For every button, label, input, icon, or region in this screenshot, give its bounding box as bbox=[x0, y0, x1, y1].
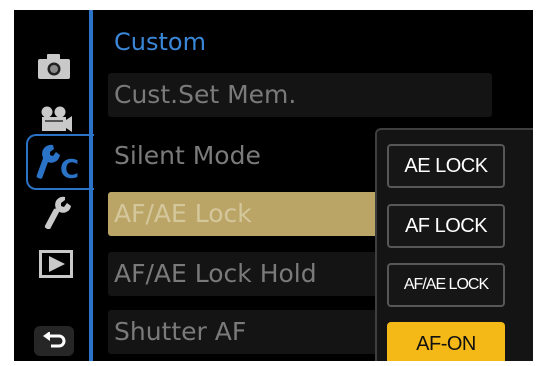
custom-tab-letter: C bbox=[60, 155, 79, 182]
custom-wrench-c-icon: C bbox=[36, 144, 79, 182]
video-camera-icon[interactable] bbox=[36, 102, 76, 138]
menu-sidebar: C bbox=[14, 10, 94, 361]
option-af-on-button[interactable]: AF-ON bbox=[387, 322, 505, 361]
option-af-lock-button[interactable]: AF LOCK bbox=[387, 204, 505, 248]
option-ae-lock-button[interactable]: AE LOCK bbox=[387, 144, 505, 188]
option-af-ae-lock-button[interactable]: AF/AE LOCK bbox=[387, 263, 505, 307]
menu-item-cust-set-mem[interactable]: Cust.Set Mem. bbox=[108, 73, 492, 117]
af-ae-lock-options-popup: AE LOCK AF LOCK AF/AE LOCK AF-ON bbox=[375, 128, 533, 361]
custom-menu-tab[interactable]: C bbox=[26, 134, 94, 190]
camera-menu-screen: C Custom Cust.Set Mem. Silent Mode AF/AE… bbox=[14, 10, 533, 361]
menu-title: Custom bbox=[114, 28, 206, 56]
return-icon bbox=[43, 332, 66, 348]
camera-icon[interactable] bbox=[34, 48, 74, 84]
playback-icon[interactable] bbox=[36, 246, 76, 282]
sidebar-divider bbox=[89, 10, 93, 361]
wrench-icon[interactable] bbox=[38, 194, 78, 230]
return-button[interactable] bbox=[34, 326, 74, 356]
